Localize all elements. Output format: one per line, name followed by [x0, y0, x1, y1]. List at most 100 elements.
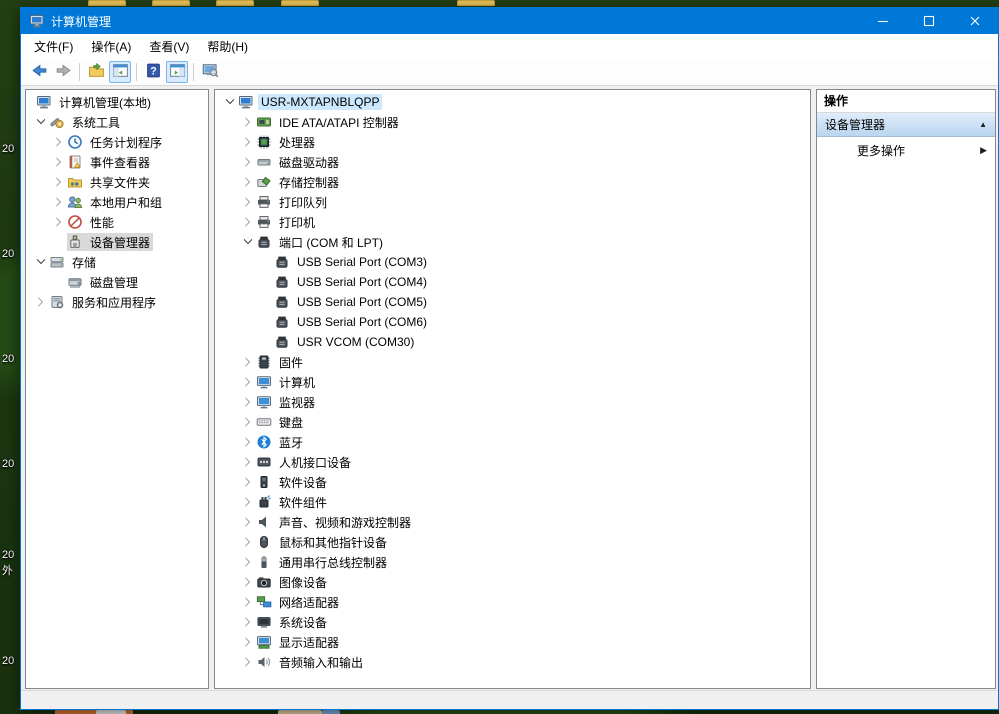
menu-item-1[interactable]: 操作(A) — [82, 34, 140, 59]
device-tree-item[interactable]: 系统设备 — [215, 612, 810, 632]
chevron-down-icon[interactable] — [32, 254, 49, 270]
device-tree-item[interactable]: 图像设备 — [215, 572, 810, 592]
network-icon — [256, 594, 272, 610]
menu-item-2[interactable]: 查看(V) — [140, 34, 198, 59]
chevron-right-icon[interactable] — [239, 154, 256, 170]
device-tree-item[interactable]: 计算机 — [215, 372, 810, 392]
device-tree-item[interactable]: 人机接口设备 — [215, 452, 810, 472]
show-action-pane-button[interactable] — [166, 61, 188, 83]
device-tree-item[interactable]: 声音、视频和游戏控制器 — [215, 512, 810, 532]
menu-item-3[interactable]: 帮助(H) — [198, 34, 257, 59]
device-tree-item[interactable]: USB Serial Port (COM3) — [215, 252, 810, 272]
tree-item-label: 计算机 — [276, 373, 318, 392]
maximize-button[interactable] — [906, 8, 952, 34]
console-tree-item[interactable]: 系统工具 — [26, 112, 208, 132]
chevron-down-icon[interactable] — [221, 94, 238, 110]
device-tree-item[interactable]: 监视器 — [215, 392, 810, 412]
console-tree-item[interactable]: 设备管理器 — [26, 232, 208, 252]
collapse-icon[interactable]: ▲ — [979, 120, 987, 129]
device-tree-item[interactable]: 软件设备 — [215, 472, 810, 492]
help-button[interactable]: ? — [142, 61, 164, 83]
chevron-right-icon[interactable] — [239, 454, 256, 470]
forward-button[interactable] — [52, 61, 74, 83]
device-tree-item[interactable]: USB Serial Port (COM4) — [215, 272, 810, 292]
device-tree-item[interactable]: 蓝牙 — [215, 432, 810, 452]
device-tree-item[interactable]: 磁盘驱动器 — [215, 152, 810, 172]
chevron-right-icon[interactable] — [239, 134, 256, 150]
chevron-right-icon[interactable] — [239, 114, 256, 130]
console-tree-item[interactable]: 计算机管理(本地) — [26, 92, 208, 112]
device-tree-item[interactable]: 音频输入和输出 — [215, 652, 810, 672]
show-console-tree-button[interactable] — [109, 61, 131, 83]
desktop-icon-label: 外 — [2, 562, 20, 578]
action-pane-section-device-manager[interactable]: 设备管理器 ▲ — [817, 113, 995, 137]
tree-item-label: 打印机 — [276, 213, 318, 232]
chevron-down-icon[interactable] — [239, 234, 256, 250]
chevron-right-icon[interactable] — [239, 354, 256, 370]
minimize-button[interactable] — [860, 8, 906, 34]
console-tree-item[interactable]: 事件查看器 — [26, 152, 208, 172]
device-tree-item[interactable]: 软件组件 — [215, 492, 810, 512]
chevron-right-icon[interactable] — [239, 514, 256, 530]
chevron-right-icon[interactable] — [239, 574, 256, 590]
more-actions-item[interactable]: 更多操作 ▶ — [817, 137, 995, 163]
chevron-right-icon[interactable] — [239, 614, 256, 630]
device-tree-item[interactable]: IDE ATA/ATAPI 控制器 — [215, 112, 810, 132]
chevron-right-icon[interactable] — [239, 394, 256, 410]
remote-computer-button[interactable] — [199, 61, 221, 83]
back-button[interactable] — [28, 61, 50, 83]
device-tree-item[interactable]: 通用串行总线控制器 — [215, 552, 810, 572]
device-tree-item[interactable]: 存储控制器 — [215, 172, 810, 192]
tree-item-label: 键盘 — [276, 413, 306, 432]
chevron-right-icon[interactable] — [50, 134, 67, 150]
chevron-right-icon[interactable] — [239, 374, 256, 390]
chevron-right-icon[interactable] — [239, 474, 256, 490]
chevron-right-icon[interactable] — [50, 194, 67, 210]
chevron-right-icon[interactable] — [239, 214, 256, 230]
bluetooth-icon — [256, 434, 272, 450]
chevron-right-icon[interactable] — [50, 174, 67, 190]
device-tree-item[interactable]: 端口 (COM 和 LPT) — [215, 232, 810, 252]
chevron-right-icon[interactable] — [32, 294, 49, 310]
device-tree-item[interactable]: 固件 — [215, 352, 810, 372]
export-list-button[interactable] — [85, 61, 107, 83]
device-tree-item[interactable]: USB Serial Port (COM5) — [215, 292, 810, 312]
tree-item-label: 人机接口设备 — [276, 453, 354, 472]
tree-item-label: 磁盘驱动器 — [276, 153, 342, 172]
chevron-right-icon[interactable] — [239, 494, 256, 510]
chevron-right-icon[interactable] — [50, 214, 67, 230]
console-tree-item[interactable]: 任务计划程序 — [26, 132, 208, 152]
titlebar[interactable]: 计算机管理 — [21, 8, 998, 34]
chevron-down-icon[interactable] — [32, 114, 49, 130]
device-tree-item[interactable]: 鼠标和其他指针设备 — [215, 532, 810, 552]
chevron-right-icon[interactable] — [239, 194, 256, 210]
console-tree-item[interactable]: 本地用户和组 — [26, 192, 208, 212]
console-tree-item[interactable]: 存储 — [26, 252, 208, 272]
chevron-right-icon[interactable] — [239, 174, 256, 190]
chevron-right-icon[interactable] — [239, 434, 256, 450]
chevron-right-icon[interactable] — [50, 154, 67, 170]
device-tree-item[interactable]: 网络适配器 — [215, 592, 810, 612]
close-button[interactable] — [952, 8, 998, 34]
device-tree-item[interactable]: 打印机 — [215, 212, 810, 232]
console-tree-item[interactable]: 磁盘管理 — [26, 272, 208, 292]
menu-item-0[interactable]: 文件(F) — [25, 34, 82, 59]
chevron-right-icon[interactable] — [239, 414, 256, 430]
chevron-right-icon[interactable] — [239, 654, 256, 670]
device-tree-item[interactable]: 打印队列 — [215, 192, 810, 212]
console-tree-item[interactable]: 共享文件夹 — [26, 172, 208, 192]
chevron-right-icon[interactable] — [239, 534, 256, 550]
chevron-right-icon[interactable] — [239, 594, 256, 610]
device-tree-item[interactable]: USR VCOM (COM30) — [215, 332, 810, 352]
device-tree-item[interactable]: USR-MXTAPNBLQPP — [215, 92, 810, 112]
device-tree-item[interactable]: 显示适配器 — [215, 632, 810, 652]
device-tree-item[interactable]: 键盘 — [215, 412, 810, 432]
console-tree-item[interactable]: 性能 — [26, 212, 208, 232]
device-tree-item[interactable]: 处理器 — [215, 132, 810, 152]
action-section-title: 设备管理器 — [825, 116, 979, 133]
chevron-right-icon[interactable] — [239, 554, 256, 570]
tree-item-label: USR-MXTAPNBLQPP — [258, 94, 382, 110]
chevron-right-icon[interactable] — [239, 634, 256, 650]
console-tree-item[interactable]: 服务和应用程序 — [26, 292, 208, 312]
device-tree-item[interactable]: USB Serial Port (COM6) — [215, 312, 810, 332]
